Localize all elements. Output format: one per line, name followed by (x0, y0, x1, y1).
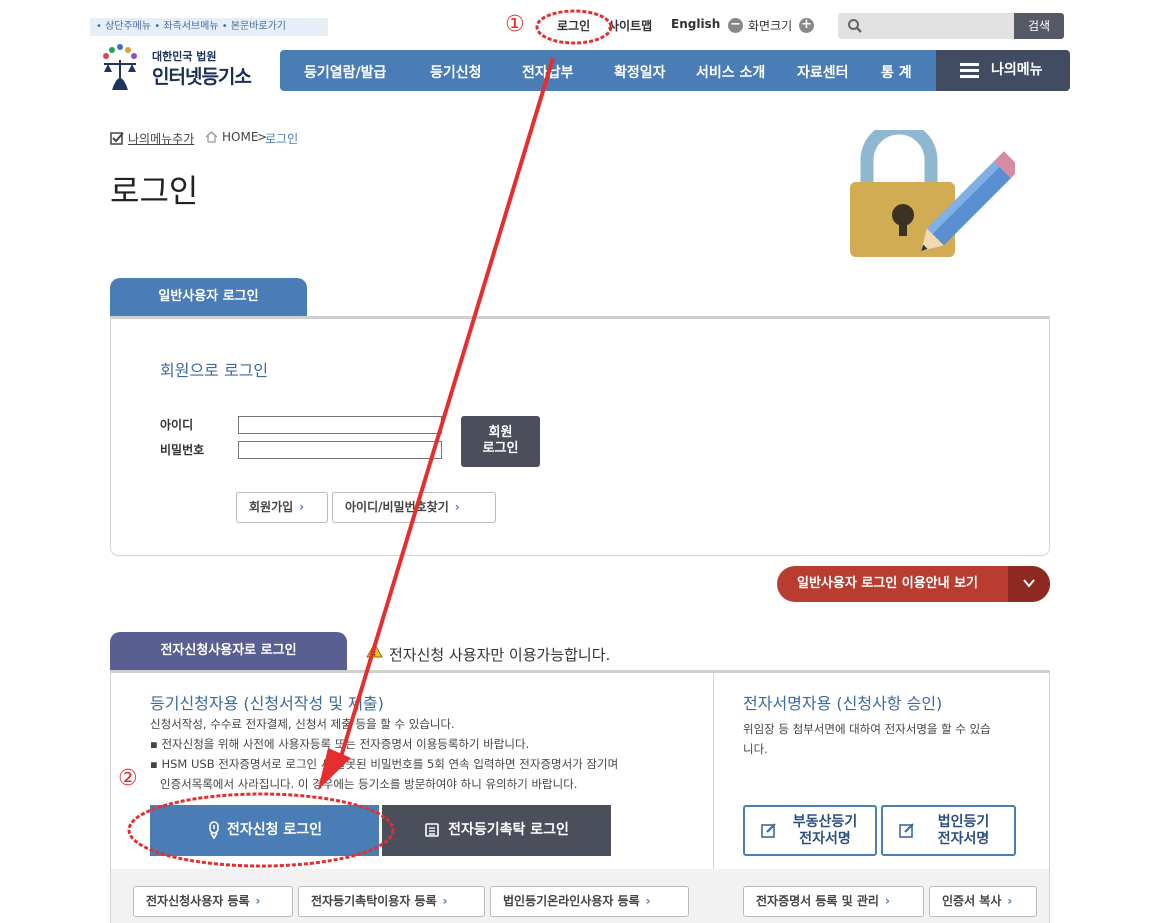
cert-manage-label: 전자증명서 등록 및 관리 (756, 894, 879, 908)
find-account-label: 아이디/비밀번호찾기 (345, 500, 449, 514)
cert-manage-button[interactable]: 전자증명서 등록 및 관리 › (743, 886, 924, 917)
tab-electronic-login[interactable]: 전자신청사용자로 로그인 (110, 632, 347, 670)
lock-pencil-illustration (850, 130, 1015, 257)
search-icon (848, 19, 862, 33)
nav-data-center[interactable]: 자료센터 (797, 62, 849, 82)
english-link[interactable]: English (671, 17, 720, 31)
register-corp-user-button[interactable]: 법인등기온라인사용자 등록 › (490, 886, 689, 917)
member-login-line2: 로그인 (482, 441, 519, 456)
general-login-guide-button[interactable]: 일반사용자 로그인 이용안내 보기 (777, 566, 1050, 602)
nav-e-payment[interactable]: 전자납부 (522, 62, 574, 82)
sitemap-link[interactable]: 사이트맵 (608, 17, 652, 34)
chevron-right-icon: › (884, 894, 890, 908)
chevron-down-icon (1008, 566, 1050, 602)
id-input[interactable] (238, 416, 442, 434)
page-title: 로그인 (110, 172, 199, 210)
e-trust-login-label: 전자등기촉탁 로그인 (448, 822, 569, 838)
guide-label: 일반사용자 로그인 이용안내 보기 (797, 576, 979, 591)
e-trust-login-button[interactable]: 전자등기촉탁 로그인 (382, 805, 611, 856)
warning-icon (366, 643, 383, 658)
skip-links[interactable]: • 상단주메뉴 • 좌측서브메뉴 • 본문바로가기 (90, 18, 328, 36)
signer-desc-2: 니다. (743, 742, 768, 756)
my-menu-button[interactable]: 나의메뉴 (936, 50, 1070, 91)
nav-statistics[interactable]: 통 계 (881, 62, 912, 82)
chevron-right-icon: › (442, 894, 448, 908)
home-icon (205, 131, 218, 143)
id-label: 아이디 (160, 418, 194, 432)
login-link[interactable]: 로그인 (557, 17, 590, 34)
nav-registry-apply[interactable]: 등기신청 (430, 62, 482, 82)
e-application-login-button[interactable]: 전자신청 로그인 (150, 805, 379, 856)
tab-general-login[interactable]: 일반사용자 로그인 (110, 278, 307, 316)
register-trust-user-button[interactable]: 전자등기촉탁이용자 등록 › (298, 886, 485, 917)
corporate-sign-line2: 전자서명 (937, 831, 990, 847)
cert-copy-button[interactable]: 인증서 복사 › (929, 886, 1037, 917)
chevron-right-icon: › (1007, 894, 1013, 908)
join-label: 회원가입 (249, 500, 294, 514)
chevron-right-icon: › (299, 500, 305, 514)
breadcrumb-home[interactable]: HOME (222, 130, 258, 144)
chevron-right-icon: › (255, 894, 261, 908)
nav-service-intro[interactable]: 서비스 소개 (696, 62, 765, 82)
corporate-sign-button[interactable]: 법인등기 전자서명 (881, 805, 1016, 856)
corporate-sign-line1: 법인등기 (937, 814, 990, 830)
real-estate-sign-button[interactable]: 부동산등기 전자서명 (743, 805, 877, 856)
nav-fixed-date[interactable]: 확정일자 (614, 62, 666, 82)
applicant-desc: 신청서작성, 수수료 전자결제, 신청서 제출 등을 할 수 있습니다. (150, 717, 455, 731)
member-login-line1: 회원 (488, 425, 513, 440)
search-input[interactable] (838, 13, 1016, 39)
my-menu-label: 나의메뉴 (991, 62, 1043, 78)
panel-divider (713, 673, 714, 869)
applicant-bullet-2a: ▪ HSM USB 전자증명서로 로그인 시 잘못된 비밀번호를 5회 연속 입… (150, 757, 619, 771)
nav-registry-view[interactable]: 등기열람/발급 (304, 62, 386, 82)
hamburger-icon (960, 63, 979, 78)
password-label: 비밀번호 (160, 443, 205, 457)
electronic-notice: 전자신청 사용자만 이용가능합니다. (389, 646, 611, 664)
cert-copy-label: 인증서 복사 (942, 894, 1002, 908)
join-button[interactable]: 회원가입 › (236, 492, 328, 523)
register-corp-user-label: 법인등기온라인사용자 등록 (503, 894, 640, 908)
edit-icon (761, 823, 776, 838)
member-login-button[interactable]: 회원 로그인 (461, 416, 540, 467)
find-account-button[interactable]: 아이디/비밀번호찾기 › (332, 492, 496, 523)
step-2-marker: ② (118, 766, 138, 791)
zoom-out-button[interactable]: − (728, 18, 743, 33)
signer-title: 전자서명자용 (신청사항 승인) (743, 694, 943, 713)
logo-title[interactable]: 인터넷등기소 (152, 62, 252, 89)
chevron-right-icon: › (645, 894, 651, 908)
zoom-in-button[interactable]: + (799, 18, 814, 33)
real-estate-sign-line1: 부동산등기 (792, 814, 858, 830)
register-e-user-label: 전자신청사용자 등록 (146, 894, 250, 908)
password-input[interactable] (238, 441, 442, 459)
real-estate-sign-line2: 전자서명 (799, 831, 851, 847)
applicant-bullet-1: ▪ 전자신청을 위해 사전에 사용자등록 또는 전자증명서 이용등록하기 바랍니… (150, 737, 530, 751)
step-1-marker: ① (505, 12, 525, 37)
breadcrumb-current: 로그인 (265, 132, 299, 146)
checkbox-icon (110, 132, 124, 145)
edit-icon (899, 823, 914, 838)
document-icon (425, 823, 439, 837)
applicant-title: 등기신청자용 (신청서작성 및 제출) (150, 694, 384, 713)
member-login-title: 회원으로 로그인 (160, 361, 269, 380)
court-emblem-icon (103, 44, 137, 90)
search-button[interactable]: 검색 (1014, 13, 1064, 39)
register-e-user-button[interactable]: 전자신청사용자 등록 › (133, 886, 293, 917)
register-trust-user-label: 전자등기촉탁이용자 등록 (311, 894, 437, 908)
chevron-right-icon: › (454, 500, 460, 514)
font-size-label: 화면크기 (748, 19, 793, 33)
add-my-menu-link[interactable]: 나의메뉴추가 (128, 130, 194, 147)
signer-desc-1: 위임장 등 첨부서면에 대하여 전자서명을 할 수 있습 (743, 722, 991, 736)
e-application-login-label: 전자신청 로그인 (226, 822, 323, 838)
applicant-bullet-2b: 인증서목록에서 사라집니다. 이 경우에는 등기소를 방문하여야 하니 유의하기… (160, 777, 578, 791)
usb-key-icon (209, 821, 219, 840)
